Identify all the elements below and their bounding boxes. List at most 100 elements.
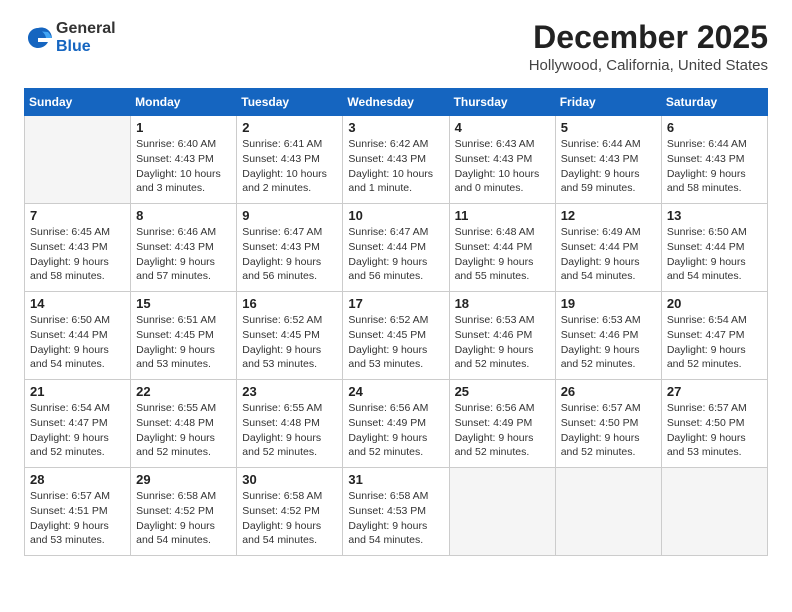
calendar-cell xyxy=(449,468,555,556)
week-row-4: 21Sunrise: 6:54 AM Sunset: 4:47 PM Dayli… xyxy=(25,380,768,468)
day-number: 5 xyxy=(561,120,656,135)
day-number: 17 xyxy=(348,296,443,311)
col-tuesday: Tuesday xyxy=(237,89,343,116)
col-wednesday: Wednesday xyxy=(343,89,449,116)
title-block: December 2025 Hollywood, California, Uni… xyxy=(529,20,768,74)
day-info: Sunrise: 6:46 AM Sunset: 4:43 PM Dayligh… xyxy=(136,225,231,284)
day-number: 8 xyxy=(136,208,231,223)
day-number: 22 xyxy=(136,384,231,399)
day-number: 26 xyxy=(561,384,656,399)
calendar-cell: 14 Sunrise: 6:50 AM Sunset: 4:44 PM Dayli… xyxy=(25,292,131,380)
day-number: 7 xyxy=(30,208,125,223)
logo-text: General Blue xyxy=(56,20,116,55)
calendar-cell: 27Sunrise: 6:57 AM Sunset: 4:50 PM Dayli… xyxy=(661,380,767,468)
week-row-1: 1 Sunrise: 6:40 AM Sunset: 4:43 PM Daylig… xyxy=(25,116,768,204)
calendar-cell: 2 Sunrise: 6:41 AM Sunset: 4:43 PM Daylig… xyxy=(237,116,343,204)
calendar-cell: 26 Sunrise: 6:57 AM Sunset: 4:50 PM Dayli… xyxy=(555,380,661,468)
calendar-cell: 28 Sunrise: 6:57 AM Sunset: 4:51 PM Dayli… xyxy=(25,468,131,556)
calendar-cell: 5 Sunrise: 6:44 AM Sunset: 4:43 PM Daylig… xyxy=(555,116,661,204)
page: General Blue December 2025 Hollywood, Ca… xyxy=(0,0,792,612)
day-number: 14 xyxy=(30,296,125,311)
calendar-cell: 11 Sunrise: 6:48 AM Sunset: 4:44 PM Dayli… xyxy=(449,204,555,292)
col-friday: Friday xyxy=(555,89,661,116)
day-number: 18 xyxy=(455,296,550,311)
day-info: Sunrise: 6:44 AM Sunset: 4:43 PM Dayligh… xyxy=(667,137,762,196)
day-number: 29 xyxy=(136,472,231,487)
day-info: Sunrise: 6:40 AM Sunset: 4:43 PM Dayligh… xyxy=(136,137,231,196)
day-number: 25 xyxy=(455,384,550,399)
logo-general-text: General xyxy=(56,20,116,38)
col-saturday: Saturday xyxy=(661,89,767,116)
day-info: Sunrise: 6:58 AM Sunset: 4:52 PM Dayligh… xyxy=(242,489,337,548)
logo-icon xyxy=(24,24,52,52)
day-info: Sunrise: 6:43 AM Sunset: 4:43 PM Dayligh… xyxy=(455,137,550,196)
day-number: 2 xyxy=(242,120,337,135)
day-info: Sunrise: 6:42 AM Sunset: 4:43 PM Dayligh… xyxy=(348,137,443,196)
header: General Blue December 2025 Hollywood, Ca… xyxy=(24,20,768,74)
calendar-cell: 9Sunrise: 6:47 AM Sunset: 4:43 PM Daylig… xyxy=(237,204,343,292)
day-info: Sunrise: 6:54 AM Sunset: 4:47 PM Dayligh… xyxy=(667,313,762,372)
calendar-cell: 23Sunrise: 6:55 AM Sunset: 4:48 PM Dayli… xyxy=(237,380,343,468)
calendar-cell: 3 Sunrise: 6:42 AM Sunset: 4:43 PM Daylig… xyxy=(343,116,449,204)
logo-blue-text: Blue xyxy=(56,38,116,56)
day-info: Sunrise: 6:55 AM Sunset: 4:48 PM Dayligh… xyxy=(136,401,231,460)
calendar-cell: 30 Sunrise: 6:58 AM Sunset: 4:52 PM Dayli… xyxy=(237,468,343,556)
calendar-cell: 29Sunrise: 6:58 AM Sunset: 4:52 PM Dayli… xyxy=(131,468,237,556)
day-info: Sunrise: 6:52 AM Sunset: 4:45 PM Dayligh… xyxy=(242,313,337,372)
day-info: Sunrise: 6:57 AM Sunset: 4:50 PM Dayligh… xyxy=(667,401,762,460)
day-info: Sunrise: 6:47 AM Sunset: 4:43 PM Dayligh… xyxy=(242,225,337,284)
calendar-table: Sunday Monday Tuesday Wednesday Thursday… xyxy=(24,88,768,556)
day-number: 11 xyxy=(455,208,550,223)
calendar-cell: 16 Sunrise: 6:52 AM Sunset: 4:45 PM Dayli… xyxy=(237,292,343,380)
subtitle: Hollywood, California, United States xyxy=(529,57,768,74)
day-info: Sunrise: 6:57 AM Sunset: 4:50 PM Dayligh… xyxy=(561,401,656,460)
calendar-cell: 10 Sunrise: 6:47 AM Sunset: 4:44 PM Dayli… xyxy=(343,204,449,292)
day-number: 12 xyxy=(561,208,656,223)
day-number: 28 xyxy=(30,472,125,487)
calendar-cell: 18Sunrise: 6:53 AM Sunset: 4:46 PM Dayli… xyxy=(449,292,555,380)
calendar-cell xyxy=(555,468,661,556)
calendar-cell: 4 Sunrise: 6:43 AM Sunset: 4:43 PM Daylig… xyxy=(449,116,555,204)
day-number: 1 xyxy=(136,120,231,135)
day-info: Sunrise: 6:47 AM Sunset: 4:44 PM Dayligh… xyxy=(348,225,443,284)
calendar-cell: 1 Sunrise: 6:40 AM Sunset: 4:43 PM Daylig… xyxy=(131,116,237,204)
day-number: 23 xyxy=(242,384,337,399)
col-sunday: Sunday xyxy=(25,89,131,116)
calendar-cell: 15Sunrise: 6:51 AM Sunset: 4:45 PM Dayli… xyxy=(131,292,237,380)
calendar-cell: 21Sunrise: 6:54 AM Sunset: 4:47 PM Dayli… xyxy=(25,380,131,468)
logo: General Blue xyxy=(24,20,116,55)
day-info: Sunrise: 6:51 AM Sunset: 4:45 PM Dayligh… xyxy=(136,313,231,372)
day-number: 31 xyxy=(348,472,443,487)
day-info: Sunrise: 6:54 AM Sunset: 4:47 PM Dayligh… xyxy=(30,401,125,460)
day-number: 13 xyxy=(667,208,762,223)
calendar-cell: 20 Sunrise: 6:54 AM Sunset: 4:47 PM Dayli… xyxy=(661,292,767,380)
calendar-cell xyxy=(25,116,131,204)
calendar-cell: 24Sunrise: 6:56 AM Sunset: 4:49 PM Dayli… xyxy=(343,380,449,468)
calendar-cell: 8 Sunrise: 6:46 AM Sunset: 4:43 PM Daylig… xyxy=(131,204,237,292)
day-info: Sunrise: 6:45 AM Sunset: 4:43 PM Dayligh… xyxy=(30,225,125,284)
calendar-cell: 31Sunrise: 6:58 AM Sunset: 4:53 PM Dayli… xyxy=(343,468,449,556)
calendar-cell: 17 Sunrise: 6:52 AM Sunset: 4:45 PM Dayli… xyxy=(343,292,449,380)
calendar-cell: 13Sunrise: 6:50 AM Sunset: 4:44 PM Dayli… xyxy=(661,204,767,292)
calendar-cell: 6Sunrise: 6:44 AM Sunset: 4:43 PM Daylig… xyxy=(661,116,767,204)
day-info: Sunrise: 6:41 AM Sunset: 4:43 PM Dayligh… xyxy=(242,137,337,196)
day-info: Sunrise: 6:52 AM Sunset: 4:45 PM Dayligh… xyxy=(348,313,443,372)
calendar-body: 1 Sunrise: 6:40 AM Sunset: 4:43 PM Daylig… xyxy=(25,116,768,556)
calendar-cell xyxy=(661,468,767,556)
day-number: 24 xyxy=(348,384,443,399)
day-info: Sunrise: 6:44 AM Sunset: 4:43 PM Dayligh… xyxy=(561,137,656,196)
col-thursday: Thursday xyxy=(449,89,555,116)
day-number: 16 xyxy=(242,296,337,311)
day-info: Sunrise: 6:57 AM Sunset: 4:51 PM Dayligh… xyxy=(30,489,125,548)
day-number: 3 xyxy=(348,120,443,135)
col-monday: Monday xyxy=(131,89,237,116)
day-number: 4 xyxy=(455,120,550,135)
calendar-cell: 7 Sunrise: 6:45 AM Sunset: 4:43 PM Daylig… xyxy=(25,204,131,292)
calendar-cell: 12Sunrise: 6:49 AM Sunset: 4:44 PM Dayli… xyxy=(555,204,661,292)
day-info: Sunrise: 6:50 AM Sunset: 4:44 PM Dayligh… xyxy=(30,313,125,372)
day-number: 20 xyxy=(667,296,762,311)
day-number: 10 xyxy=(348,208,443,223)
day-info: Sunrise: 6:53 AM Sunset: 4:46 PM Dayligh… xyxy=(561,313,656,372)
day-number: 30 xyxy=(242,472,337,487)
day-info: Sunrise: 6:48 AM Sunset: 4:44 PM Dayligh… xyxy=(455,225,550,284)
